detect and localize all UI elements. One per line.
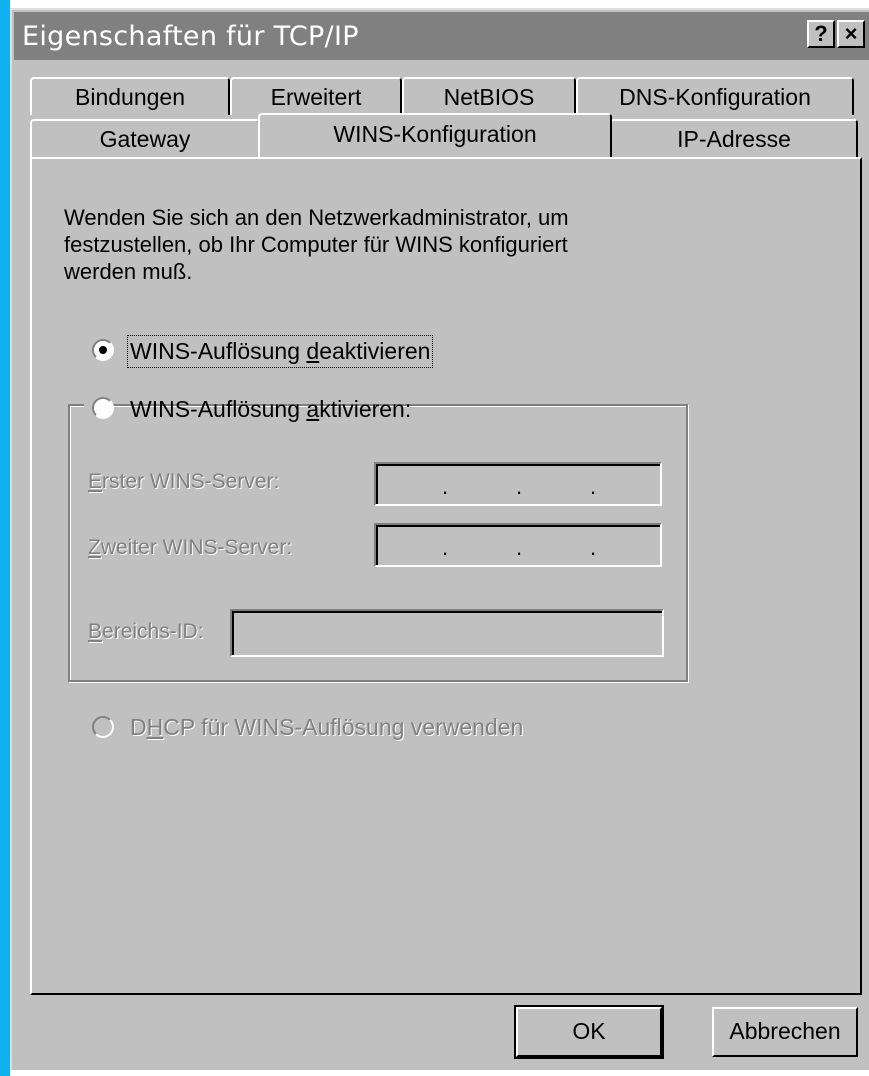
description-line: werden muß. — [64, 259, 193, 284]
scope-id-label: Bereichs-ID: — [88, 620, 204, 643]
wins-description: Wenden Sie sich an den Netzwerkadministr… — [64, 204, 664, 285]
tab-dns-konfiguration[interactable]: DNS-Konfiguration — [576, 77, 854, 115]
description-line: Wenden Sie sich an den Netzwerkadministr… — [64, 205, 569, 230]
scope-id-input[interactable] — [230, 609, 664, 657]
wins-disable-label[interactable]: WINS-Auflösung deaktivieren — [126, 335, 434, 368]
tab-gateway[interactable]: Gateway — [30, 119, 260, 157]
ok-button[interactable]: OK — [514, 1005, 664, 1059]
desktop-edge — [0, 0, 10, 1076]
second-wins-server-label: Zweiter WINS-Server: — [88, 536, 293, 559]
radio-wins-enable[interactable] — [92, 397, 114, 419]
radio-selected-dot — [99, 346, 107, 354]
tab-netbios[interactable]: NetBIOS — [402, 77, 576, 115]
dhcp-wins-label[interactable]: DHCP für WINS-Auflösung verwenden — [130, 714, 523, 741]
second-wins-server-input[interactable]: . . . — [374, 523, 662, 567]
radio-wins-disable[interactable] — [92, 339, 114, 361]
tab-wins-konfiguration[interactable]: WINS-Konfiguration — [258, 113, 612, 157]
close-button[interactable]: × — [837, 20, 865, 48]
window-title: Eigenschaften für TCP/IP — [22, 20, 359, 52]
tab-erweitert[interactable]: Erweitert — [230, 77, 402, 115]
tab-bindungen[interactable]: Bindungen — [30, 77, 230, 115]
description-line: festzustellen, ob Ihr Computer für WINS … — [64, 232, 568, 257]
radio-dhcp-wins[interactable] — [92, 716, 114, 738]
cancel-button[interactable]: Abbrechen — [712, 1007, 858, 1057]
first-wins-server-input[interactable]: . . . — [374, 462, 662, 506]
title-bar[interactable]: Eigenschaften für TCP/IP ? × — [14, 12, 869, 60]
help-button[interactable]: ? — [807, 20, 835, 48]
tab-ip-adresse[interactable]: IP-Adresse — [610, 119, 858, 157]
first-wins-server-label: Erster WINS-Server: — [88, 470, 280, 493]
wins-enable-label[interactable]: WINS-Auflösung aktivieren: — [130, 396, 411, 423]
